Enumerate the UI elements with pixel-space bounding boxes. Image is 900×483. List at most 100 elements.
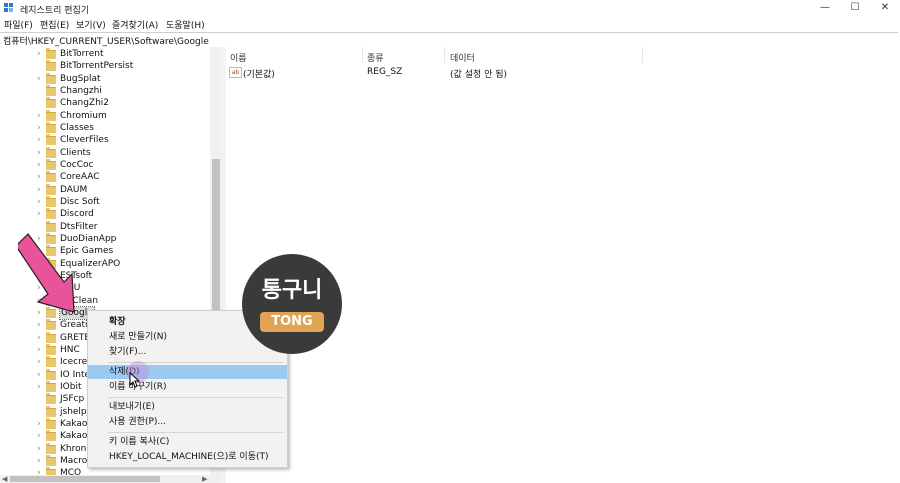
folder-icon [46, 443, 56, 454]
context-menu-rename[interactable]: 이름 바꾸기(R) [88, 380, 287, 394]
string-value-icon: ab [229, 67, 242, 78]
chevron-right-icon[interactable]: › [37, 381, 45, 393]
column-header-name[interactable]: 이름 [230, 51, 247, 64]
chevron-right-icon[interactable]: › [37, 356, 45, 368]
chevron-right-icon[interactable]: › [37, 171, 45, 183]
tree-item[interactable]: BitTorrentPersist [0, 60, 210, 72]
tree-item[interactable]: › Chromium [0, 110, 210, 122]
folder-icon [46, 196, 56, 207]
folder-icon [46, 430, 56, 441]
context-menu-goto-hklm[interactable]: HKEY_LOCAL_MACHINE(으)로 이동(T) [88, 450, 287, 464]
chevron-right-icon[interactable]: › [37, 443, 45, 455]
address-bar[interactable]: 컴퓨터\HKEY_CURRENT_USER\Software\Google [0, 32, 898, 48]
maximize-button[interactable]: ☐ [840, 0, 870, 16]
tree-item[interactable]: › BugSplat [0, 73, 210, 85]
chevron-right-icon[interactable]: › [37, 147, 45, 159]
folder-icon [46, 48, 56, 59]
folder-icon [46, 208, 56, 219]
chevron-right-icon[interactable]: › [37, 110, 45, 122]
folder-icon [46, 147, 56, 158]
chevron-right-icon[interactable]: › [37, 332, 45, 344]
tree-horizontal-scrollbar[interactable]: ◀ ▶ [0, 475, 222, 483]
annotation-arrow-icon [18, 233, 75, 313]
value-type: REG_SZ [367, 67, 403, 77]
context-menu-permissions[interactable]: 사용 권한(P)... [88, 415, 287, 429]
tree-item[interactable]: › CocCoc [0, 159, 210, 171]
menu-edit[interactable]: 편집(E) [40, 18, 69, 31]
chevron-right-icon[interactable]: › [37, 467, 45, 475]
column-header-type[interactable]: 종류 [367, 51, 384, 64]
value-list: 이름 종류 데이터 ab (기본값) REG_SZ (값 설정 안 됨) [226, 47, 898, 483]
chevron-right-icon[interactable]: › [37, 48, 45, 60]
chevron-right-icon[interactable]: › [37, 455, 45, 467]
watermark-text: 통구니 [261, 278, 323, 303]
tree-item[interactable]: › Clients [0, 147, 210, 159]
folder-icon [46, 85, 56, 96]
folder-icon [46, 134, 56, 145]
menu-favorites[interactable]: 즐겨찾기(A) [112, 18, 158, 31]
menu-separator [108, 432, 283, 433]
folder-icon [46, 393, 56, 404]
chevron-right-icon[interactable]: › [37, 122, 45, 134]
column-separator[interactable] [362, 47, 363, 63]
chevron-right-icon[interactable]: › [37, 319, 45, 331]
chevron-right-icon[interactable]: › [37, 73, 45, 85]
folder-icon [46, 455, 56, 466]
registry-editor-icon [4, 3, 13, 12]
value-name[interactable]: (기본값) [243, 67, 275, 80]
folder-icon [46, 159, 56, 170]
chevron-right-icon[interactable]: › [37, 208, 45, 220]
tree-item[interactable]: › BitTorrent [0, 48, 210, 60]
context-menu-copy-key-name[interactable]: 키 이름 복사(C) [88, 435, 287, 449]
scrollbar-thumb[interactable] [10, 476, 160, 482]
menu-file[interactable]: 파일(F) [4, 18, 33, 31]
address-path[interactable]: 컴퓨터\HKEY_CURRENT_USER\Software\Google [3, 34, 209, 47]
tree-item[interactable]: ChangZhi2 [0, 97, 210, 109]
context-menu-export[interactable]: 내보내기(E) [88, 400, 287, 414]
tree-item[interactable]: Changzhi [0, 85, 210, 97]
column-separator[interactable] [642, 47, 643, 63]
folder-icon [46, 356, 56, 367]
folder-icon [46, 171, 56, 182]
chevron-right-icon[interactable]: › [37, 196, 45, 208]
chevron-right-icon[interactable]: › [37, 430, 45, 442]
folder-icon [46, 110, 56, 121]
folder-icon [46, 332, 56, 343]
minimize-button[interactable]: — [810, 0, 840, 16]
tree-item[interactable]: › Discord [0, 208, 210, 220]
folder-icon [46, 73, 56, 84]
folder-icon [46, 319, 56, 330]
watermark-logo: 통구니 TONG [242, 254, 342, 354]
column-header-data[interactable]: 데이터 [450, 51, 475, 64]
menu-separator [108, 397, 283, 398]
menu-view[interactable]: 보기(V) [76, 18, 106, 31]
value-data: (값 설정 안 됨) [450, 70, 508, 80]
chevron-right-icon[interactable]: › [37, 418, 45, 430]
tree-item[interactable]: › CoreAAC [0, 171, 210, 183]
tree-item[interactable]: › MCO [0, 467, 210, 475]
context-menu-delete[interactable]: 삭제(D) [88, 365, 287, 379]
chevron-right-icon[interactable]: › [37, 159, 45, 171]
tree-item[interactable]: › Classes [0, 122, 210, 134]
folder-icon [46, 406, 56, 417]
scroll-left-icon[interactable]: ◀ [2, 475, 7, 483]
folder-icon [46, 344, 56, 355]
menu-help[interactable]: 도움말(H) [166, 18, 205, 31]
chevron-right-icon[interactable]: › [37, 184, 45, 196]
close-button[interactable]: ✕ [870, 0, 900, 16]
folder-icon [46, 418, 56, 429]
column-separator[interactable] [444, 47, 445, 63]
chevron-right-icon[interactable]: › [37, 369, 45, 381]
chevron-right-icon[interactable]: › [37, 134, 45, 146]
chevron-right-icon[interactable]: › [37, 344, 45, 356]
tree-item[interactable]: › CleverFiles [0, 134, 210, 146]
context-menu-find[interactable]: 찾기(F)... [88, 345, 287, 359]
tree-item[interactable]: › DAUM [0, 184, 210, 196]
folder-icon [46, 122, 56, 133]
folder-icon [46, 369, 56, 380]
scroll-right-icon[interactable]: ▶ [202, 475, 207, 483]
tree-item[interactable]: › Disc Soft [0, 196, 210, 208]
folder-icon [46, 60, 56, 71]
title-bar: 레지스트리 편집기 — ☐ ✕ [0, 0, 900, 16]
folder-icon [46, 381, 56, 392]
